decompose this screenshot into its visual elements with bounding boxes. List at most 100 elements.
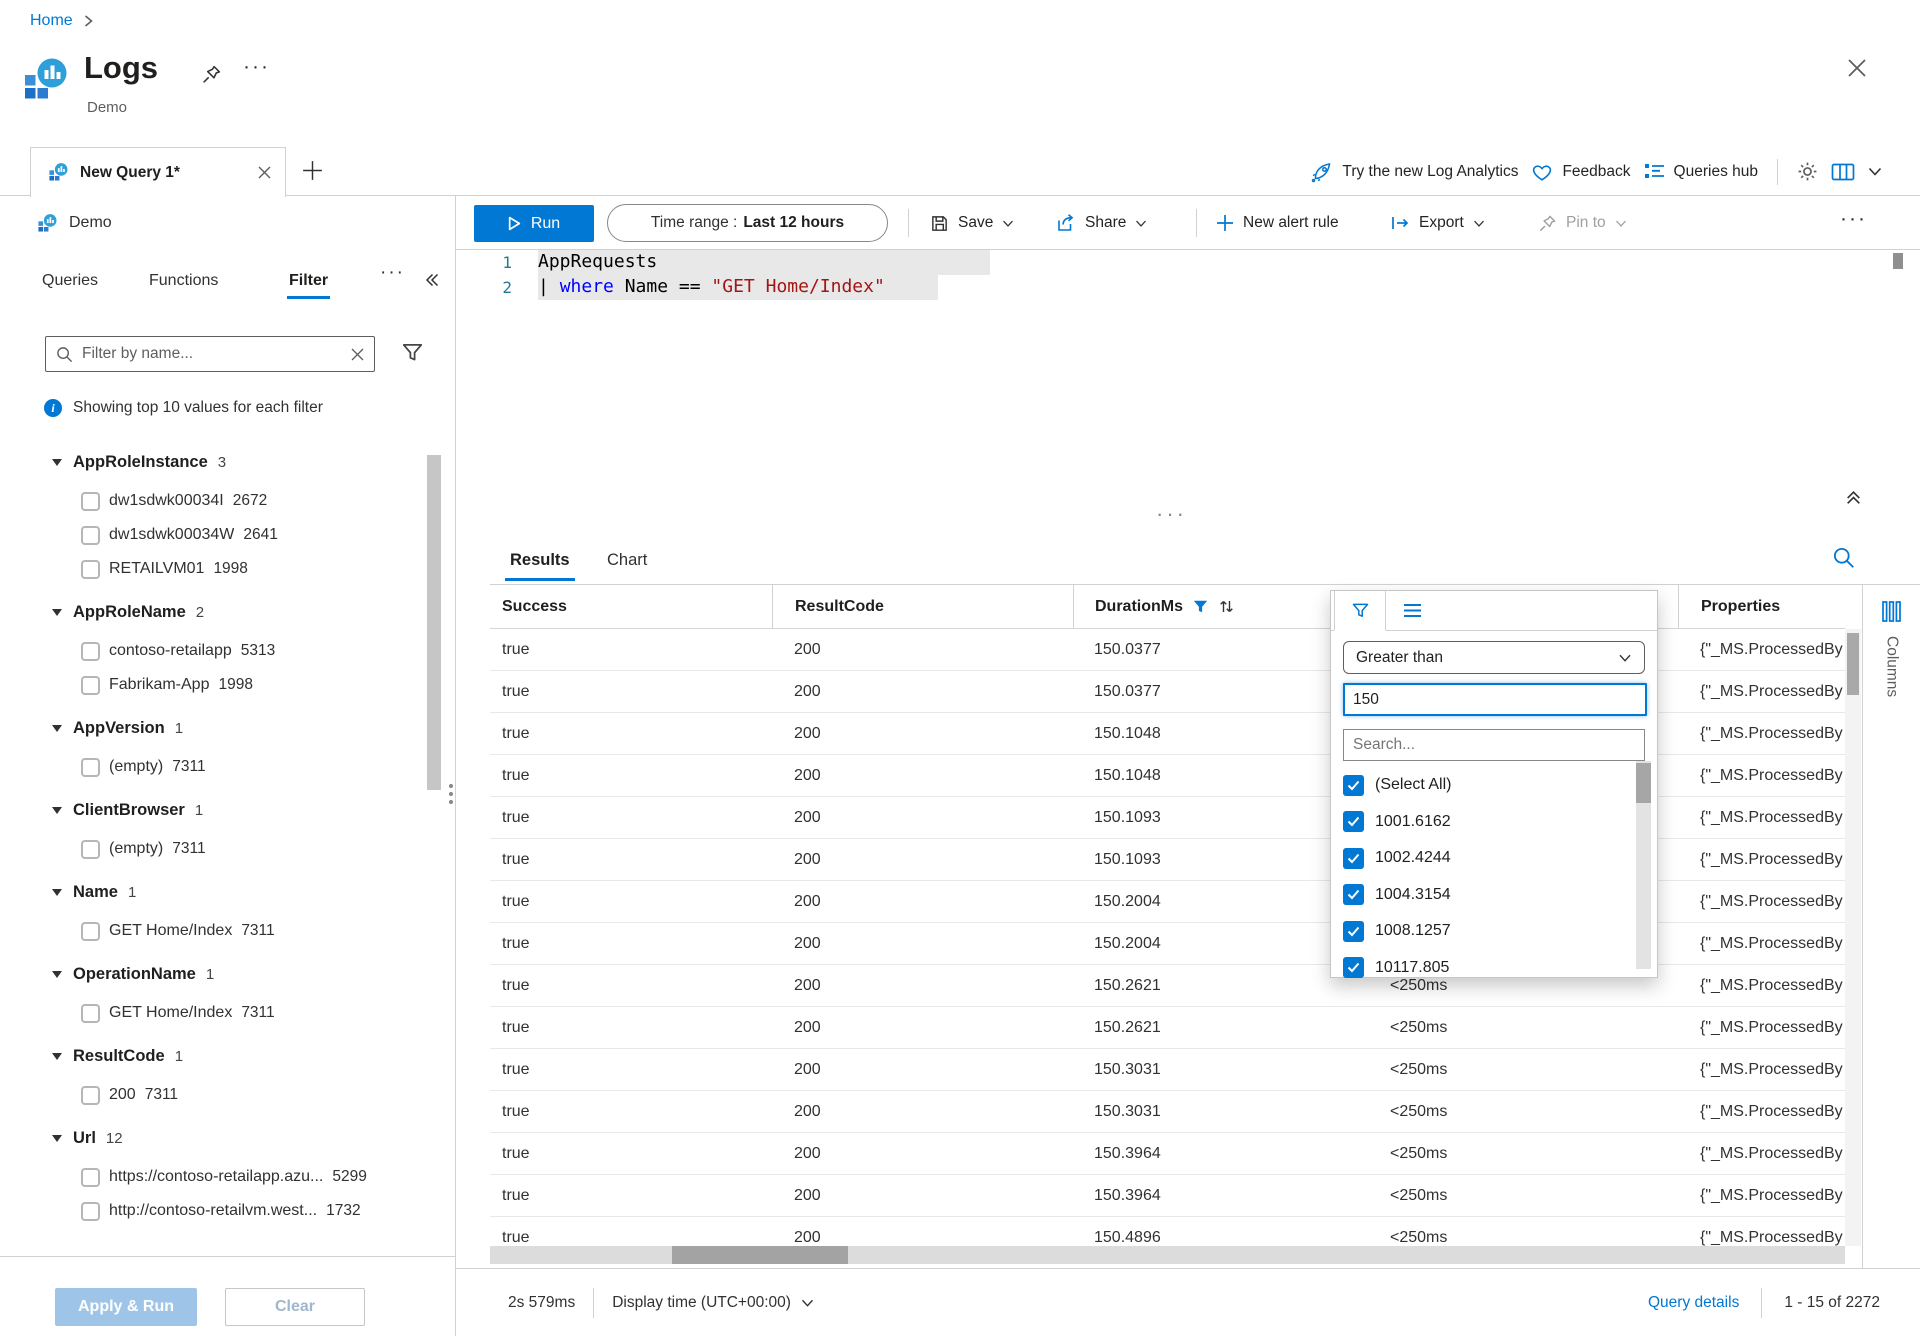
filter-option-row[interactable]: 1008.1257 — [1331, 913, 1657, 950]
breadcrumb-home-link[interactable]: Home — [30, 12, 73, 30]
sidebar-scrollbar-thumb[interactable] — [427, 455, 441, 790]
more-options-icon[interactable]: ··· — [243, 56, 270, 77]
query-details-link[interactable]: Query details — [1648, 1294, 1739, 1312]
active-filter-icon[interactable] — [1193, 600, 1208, 613]
share-button[interactable]: Share — [1056, 196, 1147, 250]
sidebar-more-icon[interactable]: ··· — [380, 263, 405, 282]
filter-option-row[interactable]: 1002.4244 — [1331, 840, 1657, 877]
checkbox-unchecked[interactable] — [81, 1004, 100, 1023]
toolbar-more-icon[interactable]: ··· — [1840, 208, 1867, 229]
column-header-resultcode[interactable]: ResultCode — [772, 585, 1073, 628]
sort-icon[interactable] — [1218, 599, 1235, 614]
filter-group-header[interactable]: Name 1 — [0, 880, 448, 904]
code-line[interactable]: 1AppRequests — [456, 250, 1920, 275]
table-row[interactable]: true 200 150.3964 <250ms {"_MS.Processed… — [490, 1175, 1845, 1217]
new-tab-icon[interactable] — [300, 158, 325, 183]
filter-option-row[interactable]: 10117.805 — [1331, 950, 1657, 987]
collapse-editor-icon[interactable] — [1845, 489, 1862, 506]
tab-queries[interactable]: Queries — [42, 272, 98, 290]
editor-splitter-grip[interactable]: ··· — [1156, 503, 1187, 525]
close-tab-icon[interactable] — [258, 166, 271, 179]
checkbox-checked[interactable] — [1343, 811, 1364, 832]
filter-value-row[interactable]: dw1sdwk00034I 2672 — [0, 484, 448, 518]
tab-results[interactable]: Results — [510, 551, 570, 570]
clear-button[interactable]: Clear — [225, 1288, 365, 1326]
try-new-log-analytics-button[interactable]: Try the new Log Analytics — [1311, 161, 1518, 183]
collapse-sidebar-icon[interactable] — [424, 272, 440, 288]
checkbox-checked[interactable] — [1343, 848, 1364, 869]
checkbox-unchecked[interactable] — [81, 492, 100, 511]
layout-panel-icon[interactable] — [1831, 162, 1855, 182]
pin-to-button[interactable]: Pin to — [1538, 196, 1627, 250]
filter-value-row[interactable]: Fabrikam-App 1998 — [0, 668, 448, 702]
filter-group-header[interactable]: Url 12 — [0, 1126, 448, 1150]
scope-picker[interactable]: Demo — [38, 196, 112, 250]
tab-functions[interactable]: Functions — [149, 272, 218, 290]
popup-filter-tab[interactable] — [1334, 591, 1386, 631]
chevron-down-icon[interactable] — [1868, 166, 1882, 177]
table-row[interactable]: true 200 150.2621 <250ms {"_MS.Processed… — [490, 1007, 1845, 1049]
checkbox-unchecked[interactable] — [81, 922, 100, 941]
table-row[interactable]: true 200 150.4896 <250ms {"_MS.Processed… — [490, 1217, 1845, 1246]
filter-value-row[interactable]: 200 7311 — [0, 1078, 448, 1112]
columns-panel-toggle[interactable]: Columns — [1862, 585, 1920, 1268]
filter-option-row[interactable]: (Select All) — [1331, 767, 1657, 804]
filter-group-header[interactable]: ResultCode 1 — [0, 1044, 448, 1068]
popup-search-input[interactable] — [1343, 729, 1645, 761]
close-icon[interactable] — [1845, 56, 1869, 80]
clear-search-icon[interactable] — [351, 348, 364, 361]
filter-value-row[interactable]: (empty) 7311 — [0, 832, 448, 866]
tab-chart[interactable]: Chart — [607, 551, 647, 570]
filter-group-header[interactable]: AppVersion 1 — [0, 716, 448, 740]
queries-hub-button[interactable]: Queries hub — [1644, 162, 1758, 181]
popup-values-tab[interactable] — [1386, 591, 1438, 630]
checkbox-checked[interactable] — [1343, 775, 1364, 796]
sidebar-splitter-grip[interactable] — [449, 784, 453, 804]
checkbox-unchecked[interactable] — [81, 1086, 100, 1105]
apply-and-run-button[interactable]: Apply & Run — [55, 1288, 197, 1326]
time-range-picker[interactable]: Time range : Last 12 hours — [607, 204, 888, 242]
table-row[interactable]: true 200 150.3031 <250ms {"_MS.Processed… — [490, 1049, 1845, 1091]
scrollbar-thumb[interactable] — [1636, 763, 1651, 803]
filter-funnel-icon[interactable] — [402, 343, 423, 362]
filter-group-header[interactable]: AppRoleInstance 3 — [0, 450, 448, 474]
tab-filter[interactable]: Filter — [289, 272, 328, 290]
filter-value-row[interactable]: dw1sdwk00034W 2641 — [0, 518, 448, 552]
scrollbar-thumb[interactable] — [1847, 633, 1859, 695]
filter-value-row[interactable]: RETAILVM01 1998 — [0, 552, 448, 586]
query-editor[interactable]: 1AppRequests2| where Name == "GET Home/I… — [456, 250, 1920, 540]
editor-scrollbar-thumb[interactable] — [1893, 253, 1903, 269]
column-header-properties[interactable]: Properties — [1678, 585, 1845, 628]
results-search-icon[interactable] — [1832, 546, 1855, 569]
new-alert-rule-button[interactable]: New alert rule — [1216, 196, 1339, 250]
settings-gear-icon[interactable] — [1797, 161, 1818, 182]
filter-value-row[interactable]: GET Home/Index 7311 — [0, 914, 448, 948]
filter-value-row[interactable]: https://contoso-retailapp.azu... 5299 — [0, 1160, 448, 1194]
checkbox-checked[interactable] — [1343, 921, 1364, 942]
filter-value-row[interactable]: contoso-retailapp 5313 — [0, 634, 448, 668]
filter-option-row[interactable]: 1004.3154 — [1331, 877, 1657, 914]
checkbox-unchecked[interactable] — [81, 642, 100, 661]
tab-new-query-1[interactable]: New Query 1* — [30, 147, 286, 197]
checkbox-unchecked[interactable] — [81, 758, 100, 777]
filter-option-row[interactable]: 1001.6162 — [1331, 804, 1657, 841]
table-row[interactable]: true 200 150.3031 <250ms {"_MS.Processed… — [490, 1091, 1845, 1133]
pin-icon[interactable] — [201, 64, 222, 85]
filter-value-row[interactable]: (empty) 7311 — [0, 750, 448, 784]
filter-value-row[interactable]: http://contoso-retailvm.west... 1732 — [0, 1194, 448, 1228]
operator-select[interactable]: Greater than — [1343, 641, 1645, 674]
checkbox-unchecked[interactable] — [81, 1168, 100, 1187]
feedback-button[interactable]: Feedback — [1531, 162, 1630, 182]
filter-group-header[interactable]: AppRoleName 2 — [0, 600, 448, 624]
checkbox-unchecked[interactable] — [81, 1202, 100, 1221]
checkbox-unchecked[interactable] — [81, 840, 100, 859]
save-button[interactable]: Save — [930, 196, 1014, 250]
scrollbar-thumb[interactable] — [672, 1246, 848, 1264]
filter-search-input[interactable] — [82, 345, 342, 363]
display-time-dropdown[interactable]: Display time (UTC+00:00) — [612, 1294, 814, 1312]
filter-group-header[interactable]: ClientBrowser 1 — [0, 798, 448, 822]
checkbox-checked[interactable] — [1343, 957, 1364, 978]
table-row[interactable]: true 200 150.3964 <250ms {"_MS.Processed… — [490, 1133, 1845, 1175]
column-header-success[interactable]: Success — [490, 585, 772, 628]
code-line[interactable]: 2| where Name == "GET Home/Index" — [456, 275, 1920, 300]
